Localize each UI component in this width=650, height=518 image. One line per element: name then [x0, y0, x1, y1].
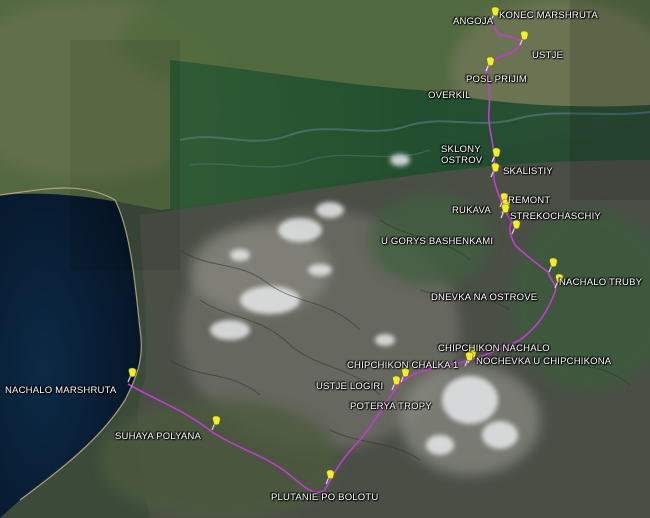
label-ustje[interactable]: USTJE: [532, 50, 563, 61]
label-angoja[interactable]: ANGOJA: [453, 16, 493, 27]
pushpin-icon[interactable]: [125, 367, 139, 383]
label-skalistiy[interactable]: SKALISTIY: [503, 166, 553, 177]
label-posl-prijim[interactable]: POSL PRIJIM: [466, 74, 527, 85]
pushpin-icon[interactable]: [489, 147, 503, 163]
pushpin-icon[interactable]: [483, 56, 497, 72]
label-poterya-tropy[interactable]: POTERYA TROPY: [350, 401, 432, 412]
label-overkil[interactable]: OVERKIL: [428, 90, 471, 101]
pushpin-icon[interactable]: [323, 469, 337, 485]
label-u-gorys-bashenkami[interactable]: U GORYS BASHENKAMI: [381, 236, 493, 247]
pushpin-icon[interactable]: [517, 30, 531, 46]
label-strekochashchiy[interactable]: STREKOCHASCHIY: [510, 211, 601, 222]
label-ostrov[interactable]: OSTROV: [441, 155, 482, 166]
pushpin-icon[interactable]: [209, 415, 223, 431]
label-rukava[interactable]: RUKAVA: [452, 205, 491, 216]
pushpin-icon[interactable]: [389, 375, 403, 391]
satellite-map[interactable]: KONEC MARSHRUTA ANGOJA USTJE POSL PRIJIM…: [0, 0, 650, 518]
label-sklony[interactable]: SKLONY: [441, 144, 481, 155]
pushpin-icon[interactable]: [546, 257, 560, 273]
label-konec-marshruta[interactable]: KONEC MARSHRUTA: [499, 10, 598, 21]
label-chipchikon-nachalo[interactable]: CHIPCHIKON NACHALO: [438, 343, 550, 354]
pushpin-icon[interactable]: [488, 162, 502, 178]
label-plutanie-po-bolotu[interactable]: PLUTANIE PO BOLOTU: [271, 492, 378, 503]
label-nochevka-u-chipchikona[interactable]: NOCHEVKA U CHIPCHIKONA: [476, 356, 611, 367]
label-remont[interactable]: REMONT: [508, 195, 550, 206]
label-chipchikon-chalka[interactable]: CHIPCHIKON CHALKA 1: [347, 360, 459, 371]
label-dnevka-na-ostrove[interactable]: DNEVKA NA OSTROVE: [431, 292, 537, 303]
label-ustje-logiri[interactable]: USTJE LOGIRI: [316, 381, 383, 392]
label-nachalo-marshruta[interactable]: NACHALO MARSHRUTA: [5, 385, 116, 396]
label-suhaya-polyana[interactable]: SUHAYA POLYANA: [115, 431, 201, 442]
label-nachalo-truby[interactable]: NACHALO TRUBY: [559, 277, 642, 288]
